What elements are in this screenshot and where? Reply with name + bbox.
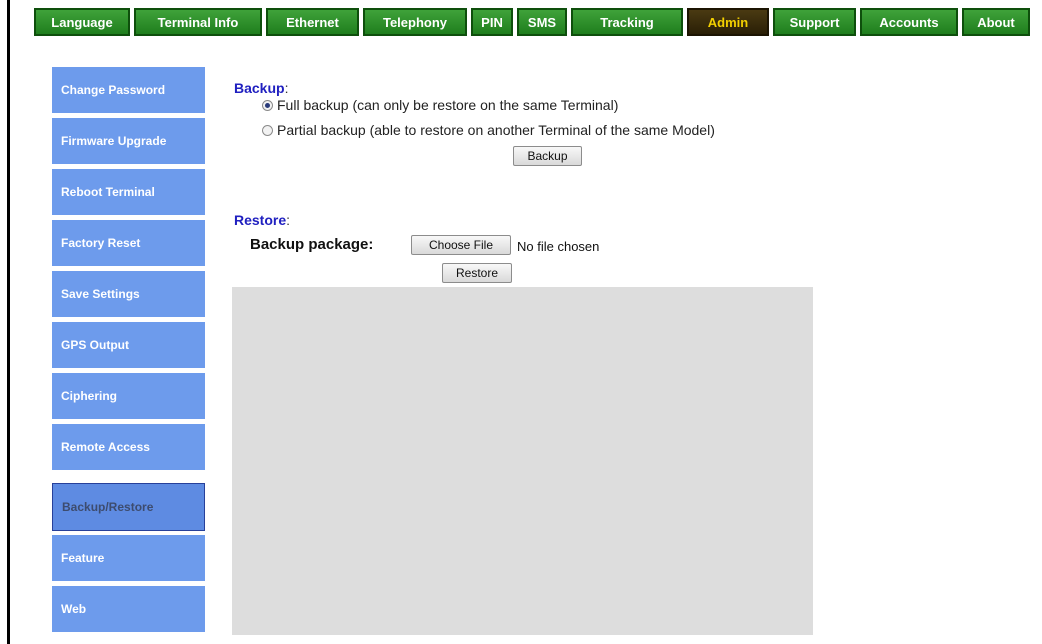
restore-title-colon: : — [286, 212, 291, 228]
full-backup-label: Full backup (can only be restore on the … — [277, 97, 619, 113]
tab-sms[interactable]: SMS — [517, 8, 567, 36]
sidebar-item-remote-access[interactable]: Remote Access — [52, 424, 205, 470]
backup-section-title: Backup: — [234, 80, 288, 96]
backup-package-label: Backup package: — [250, 236, 374, 253]
sidebar-item-feature[interactable]: Feature — [52, 535, 205, 581]
backup-button[interactable]: Backup — [513, 146, 582, 166]
radio-partial-backup[interactable] — [262, 124, 273, 136]
sidebar-item-change-password[interactable]: Change Password — [52, 67, 205, 113]
backup-option-partial[interactable]: Partial backup (able to restore on anoth… — [262, 122, 715, 138]
tab-terminal-info[interactable]: Terminal Info — [134, 8, 262, 36]
backup-title-colon: : — [284, 80, 289, 96]
partial-backup-label: Partial backup (able to restore on anoth… — [277, 122, 715, 138]
output-panel — [232, 287, 813, 635]
tab-language[interactable]: Language — [34, 8, 130, 36]
sidebar-item-firmware-upgrade[interactable]: Firmware Upgrade — [52, 118, 205, 164]
radio-full-backup[interactable] — [262, 99, 273, 111]
tab-tracking[interactable]: Tracking — [571, 8, 683, 36]
restore-section-title: Restore: — [234, 212, 290, 228]
left-border-line — [7, 0, 10, 644]
sidebar-item-gps-output[interactable]: GPS Output — [52, 322, 205, 368]
tab-pin[interactable]: PIN — [471, 8, 513, 36]
sidebar-item-web[interactable]: Web — [52, 586, 205, 632]
backup-option-full[interactable]: Full backup (can only be restore on the … — [262, 97, 618, 113]
sidebar-item-factory-reset[interactable]: Factory Reset — [52, 220, 205, 266]
choose-file-button[interactable]: Choose File — [411, 235, 511, 255]
sidebar-item-reboot-terminal[interactable]: Reboot Terminal — [52, 169, 205, 215]
tab-ethernet[interactable]: Ethernet — [266, 8, 359, 36]
restore-button[interactable]: Restore — [442, 263, 512, 283]
tab-support[interactable]: Support — [773, 8, 856, 36]
backup-title-text: Backup — [234, 80, 285, 96]
tab-telephony[interactable]: Telephony — [363, 8, 467, 36]
tab-admin[interactable]: Admin — [687, 8, 769, 36]
file-status-text: No file chosen — [517, 239, 600, 254]
tab-accounts[interactable]: Accounts — [860, 8, 958, 36]
sidebar-item-ciphering[interactable]: Ciphering — [52, 373, 205, 419]
sidebar-item-save-settings[interactable]: Save Settings — [52, 271, 205, 317]
restore-title-text: Restore — [234, 212, 287, 228]
tab-about[interactable]: About — [962, 8, 1030, 36]
sidebar-item-backup-restore[interactable]: Backup/Restore — [52, 483, 205, 531]
